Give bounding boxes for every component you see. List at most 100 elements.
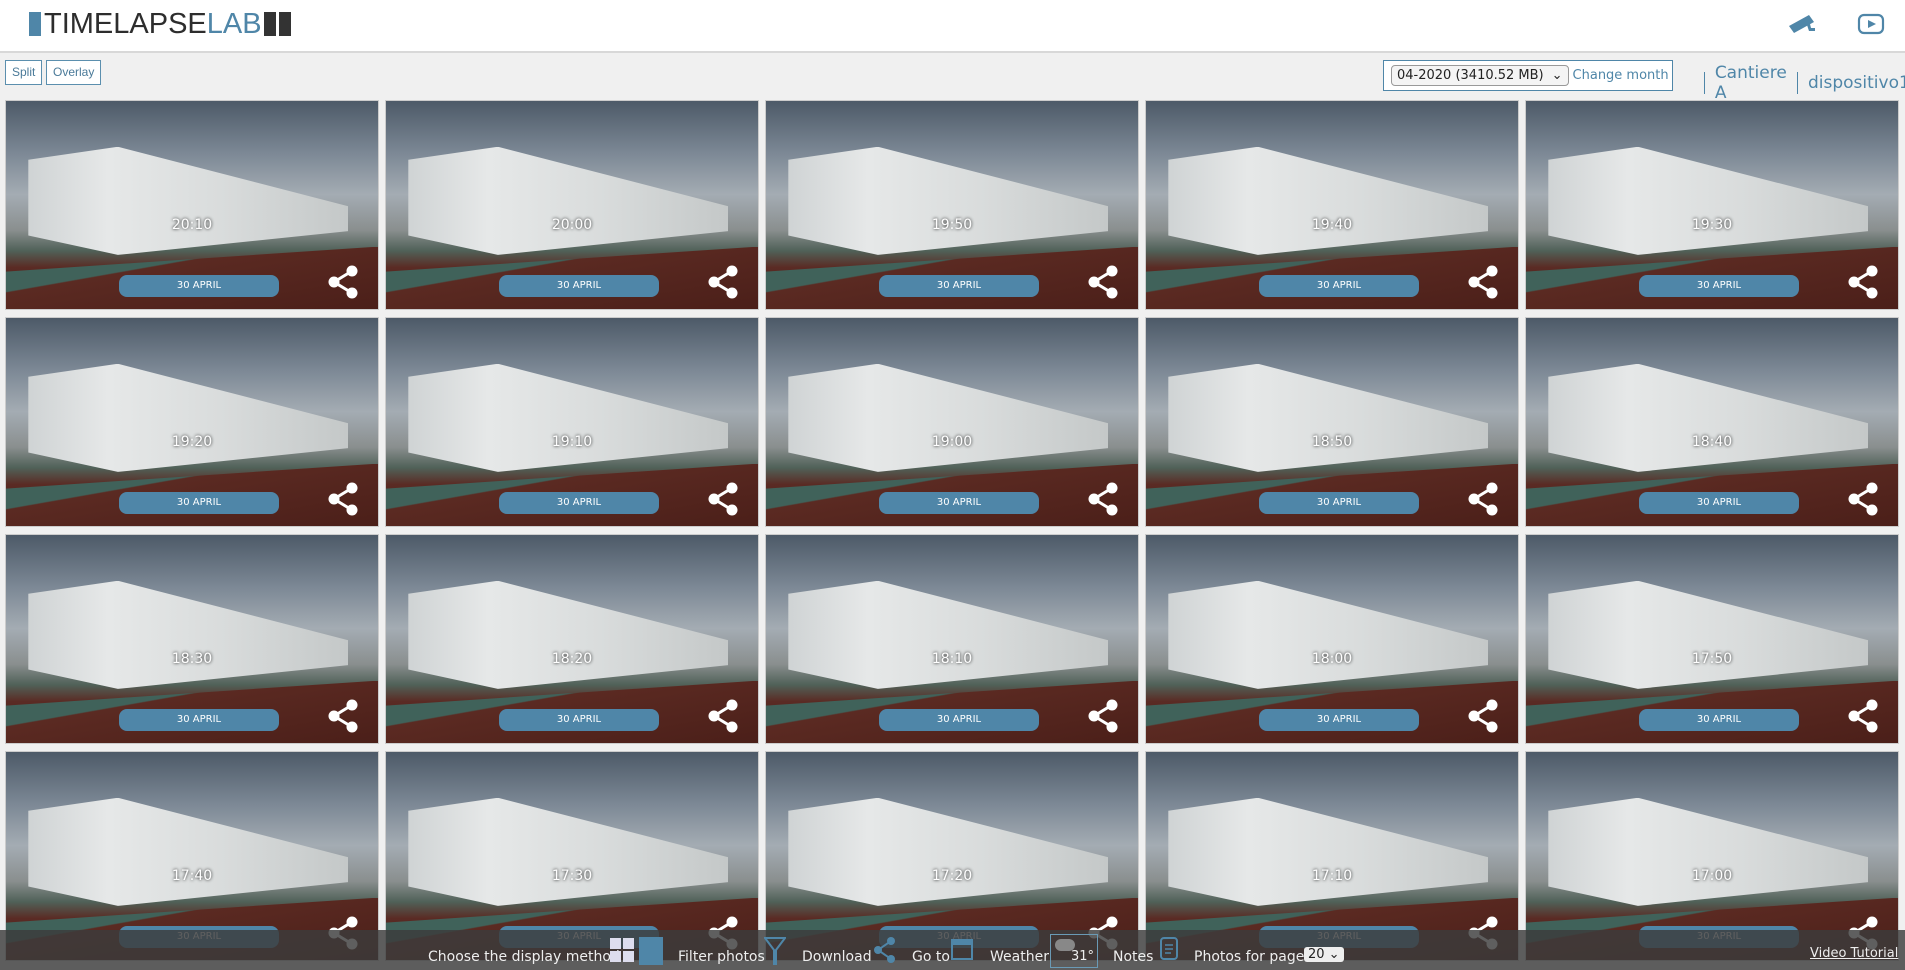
photo-time: 17:40 [171, 868, 213, 885]
photo-time: 18:10 [931, 651, 973, 668]
photo-building [28, 580, 349, 689]
share-icon[interactable] [1086, 699, 1120, 737]
share-icon[interactable] [1846, 265, 1880, 303]
share-icon[interactable] [1466, 265, 1500, 303]
photo-tile[interactable]: 19:50 30 APRIL [765, 100, 1139, 310]
photo-tile[interactable]: 19:00 30 APRIL [765, 317, 1139, 527]
share-icon[interactable] [1086, 265, 1120, 303]
photo-date-button[interactable]: 30 APRIL [879, 275, 1039, 297]
photo-time: 19:50 [931, 217, 973, 234]
share-icon[interactable] [706, 699, 740, 737]
photo-tile[interactable]: 19:20 30 APRIL [5, 317, 379, 527]
overlay-button[interactable]: Overlay [46, 60, 102, 85]
change-month-button[interactable]: Change month [1573, 68, 1669, 83]
photo-tile[interactable]: 19:10 30 APRIL [385, 317, 759, 527]
share-icon[interactable] [1086, 482, 1120, 520]
photo-building [788, 146, 1109, 255]
photo-building [408, 580, 729, 689]
photo-time: 17:30 [551, 868, 593, 885]
photo-date-button[interactable]: 30 APRIL [1639, 492, 1799, 514]
photo-grid: 20:10 30 APRIL 20:00 30 APRIL 19:50 30 A… [5, 100, 1901, 961]
split-button[interactable]: Split [5, 60, 43, 85]
photo-tile[interactable]: 20:10 30 APRIL [5, 100, 379, 310]
photo-date-button[interactable]: 30 APRIL [119, 275, 279, 297]
photo-building [408, 146, 729, 255]
photo-date-button[interactable]: 30 APRIL [879, 709, 1039, 731]
photos-per-page-label: Photos for page [1194, 949, 1305, 965]
photo-tile[interactable]: 19:30 30 APRIL [1525, 100, 1899, 310]
photo-tile[interactable]: 20:00 30 APRIL [385, 100, 759, 310]
share-icon[interactable] [326, 699, 360, 737]
photo-date-button[interactable]: 30 APRIL [1259, 275, 1419, 297]
grid-view-icon[interactable] [610, 938, 636, 968]
photo-time: 18:20 [551, 651, 593, 668]
photo-tile[interactable]: 18:00 30 APRIL [1145, 534, 1519, 744]
photo-date-button[interactable]: 30 APRIL [119, 709, 279, 731]
logo-mark [29, 12, 41, 36]
breadcrumb-device[interactable]: dispositivo1 [1808, 73, 1905, 93]
photo-time: 17:00 [1691, 868, 1733, 885]
photo-time: 19:20 [171, 434, 213, 451]
photo-building [1548, 797, 1869, 906]
photo-date-button[interactable]: 30 APRIL [499, 709, 659, 731]
logo-mark [278, 12, 291, 36]
divider [1797, 72, 1798, 94]
share-icon[interactable] [706, 265, 740, 303]
photo-date-button[interactable]: 30 APRIL [879, 492, 1039, 514]
filter-photos-label[interactable]: Filter photos [678, 949, 765, 965]
notes-icon[interactable] [1160, 937, 1178, 965]
video-tutorial-link[interactable]: Video Tutorial [1810, 946, 1898, 961]
go-to-label[interactable]: Go to [912, 949, 950, 965]
photo-building [788, 580, 1109, 689]
youtube-play-icon[interactable] [1857, 12, 1885, 40]
photo-date-button[interactable]: 30 APRIL [1259, 709, 1419, 731]
share-icon[interactable] [1846, 699, 1880, 737]
photo-date-button[interactable]: 30 APRIL [1639, 709, 1799, 731]
download-label[interactable]: Download [802, 949, 872, 965]
single-view-icon[interactable] [638, 936, 664, 970]
photo-building [1168, 363, 1489, 472]
share-icon[interactable] [326, 265, 360, 303]
month-select-value: 04-2020 (3410.52 MB) [1397, 68, 1544, 83]
photos-per-page-select[interactable]: 20 ⌄ [1300, 946, 1344, 962]
photo-date-button[interactable]: 30 APRIL [1639, 275, 1799, 297]
header: TIMELAPSE LAB [0, 0, 1905, 53]
photo-tile[interactable]: 18:40 30 APRIL [1525, 317, 1899, 527]
photo-building [788, 797, 1109, 906]
notes-label[interactable]: Notes [1113, 949, 1153, 965]
photo-time: 18:00 [1311, 651, 1353, 668]
photo-tile[interactable]: 19:40 30 APRIL [1145, 100, 1519, 310]
weather-widget[interactable]: 31° [1050, 934, 1098, 968]
share-icon[interactable] [326, 482, 360, 520]
photo-date-button[interactable]: 30 APRIL [1259, 492, 1419, 514]
share-icon[interactable] [706, 482, 740, 520]
logo[interactable]: TIMELAPSE LAB [29, 7, 294, 40]
photo-time: 18:30 [171, 651, 213, 668]
photo-building [1548, 363, 1869, 472]
toolbar: Split Overlay 04-2020 (3410.52 MB) ⌄ Chan… [0, 53, 1905, 103]
month-select[interactable]: 04-2020 (3410.52 MB) ⌄ [1391, 65, 1569, 86]
photo-tile[interactable]: 17:50 30 APRIL [1525, 534, 1899, 744]
share-icon[interactable] [1466, 699, 1500, 737]
photo-tile[interactable]: 18:30 30 APRIL [5, 534, 379, 744]
filter-icon[interactable] [763, 936, 787, 970]
photo-building [1168, 146, 1489, 255]
month-selector-box: 04-2020 (3410.52 MB) ⌄ Change month [1383, 60, 1673, 91]
camera-icon[interactable] [1787, 12, 1819, 40]
download-share-icon[interactable] [873, 936, 897, 968]
logo-text: TIMELAPSE [44, 7, 207, 40]
photo-tile[interactable]: 18:20 30 APRIL [385, 534, 759, 744]
share-icon[interactable] [1846, 482, 1880, 520]
calendar-icon[interactable] [951, 937, 973, 965]
photo-building [1548, 146, 1869, 255]
photo-date-button[interactable]: 30 APRIL [499, 275, 659, 297]
share-icon[interactable] [1466, 482, 1500, 520]
photo-tile[interactable]: 18:10 30 APRIL [765, 534, 1139, 744]
photo-tile[interactable]: 18:50 30 APRIL [1145, 317, 1519, 527]
photo-date-button[interactable]: 30 APRIL [119, 492, 279, 514]
photo-building [408, 797, 729, 906]
breadcrumb-site[interactable]: Cantiere A [1715, 63, 1787, 103]
photo-building [1168, 797, 1489, 906]
photo-building [788, 363, 1109, 472]
photo-date-button[interactable]: 30 APRIL [499, 492, 659, 514]
